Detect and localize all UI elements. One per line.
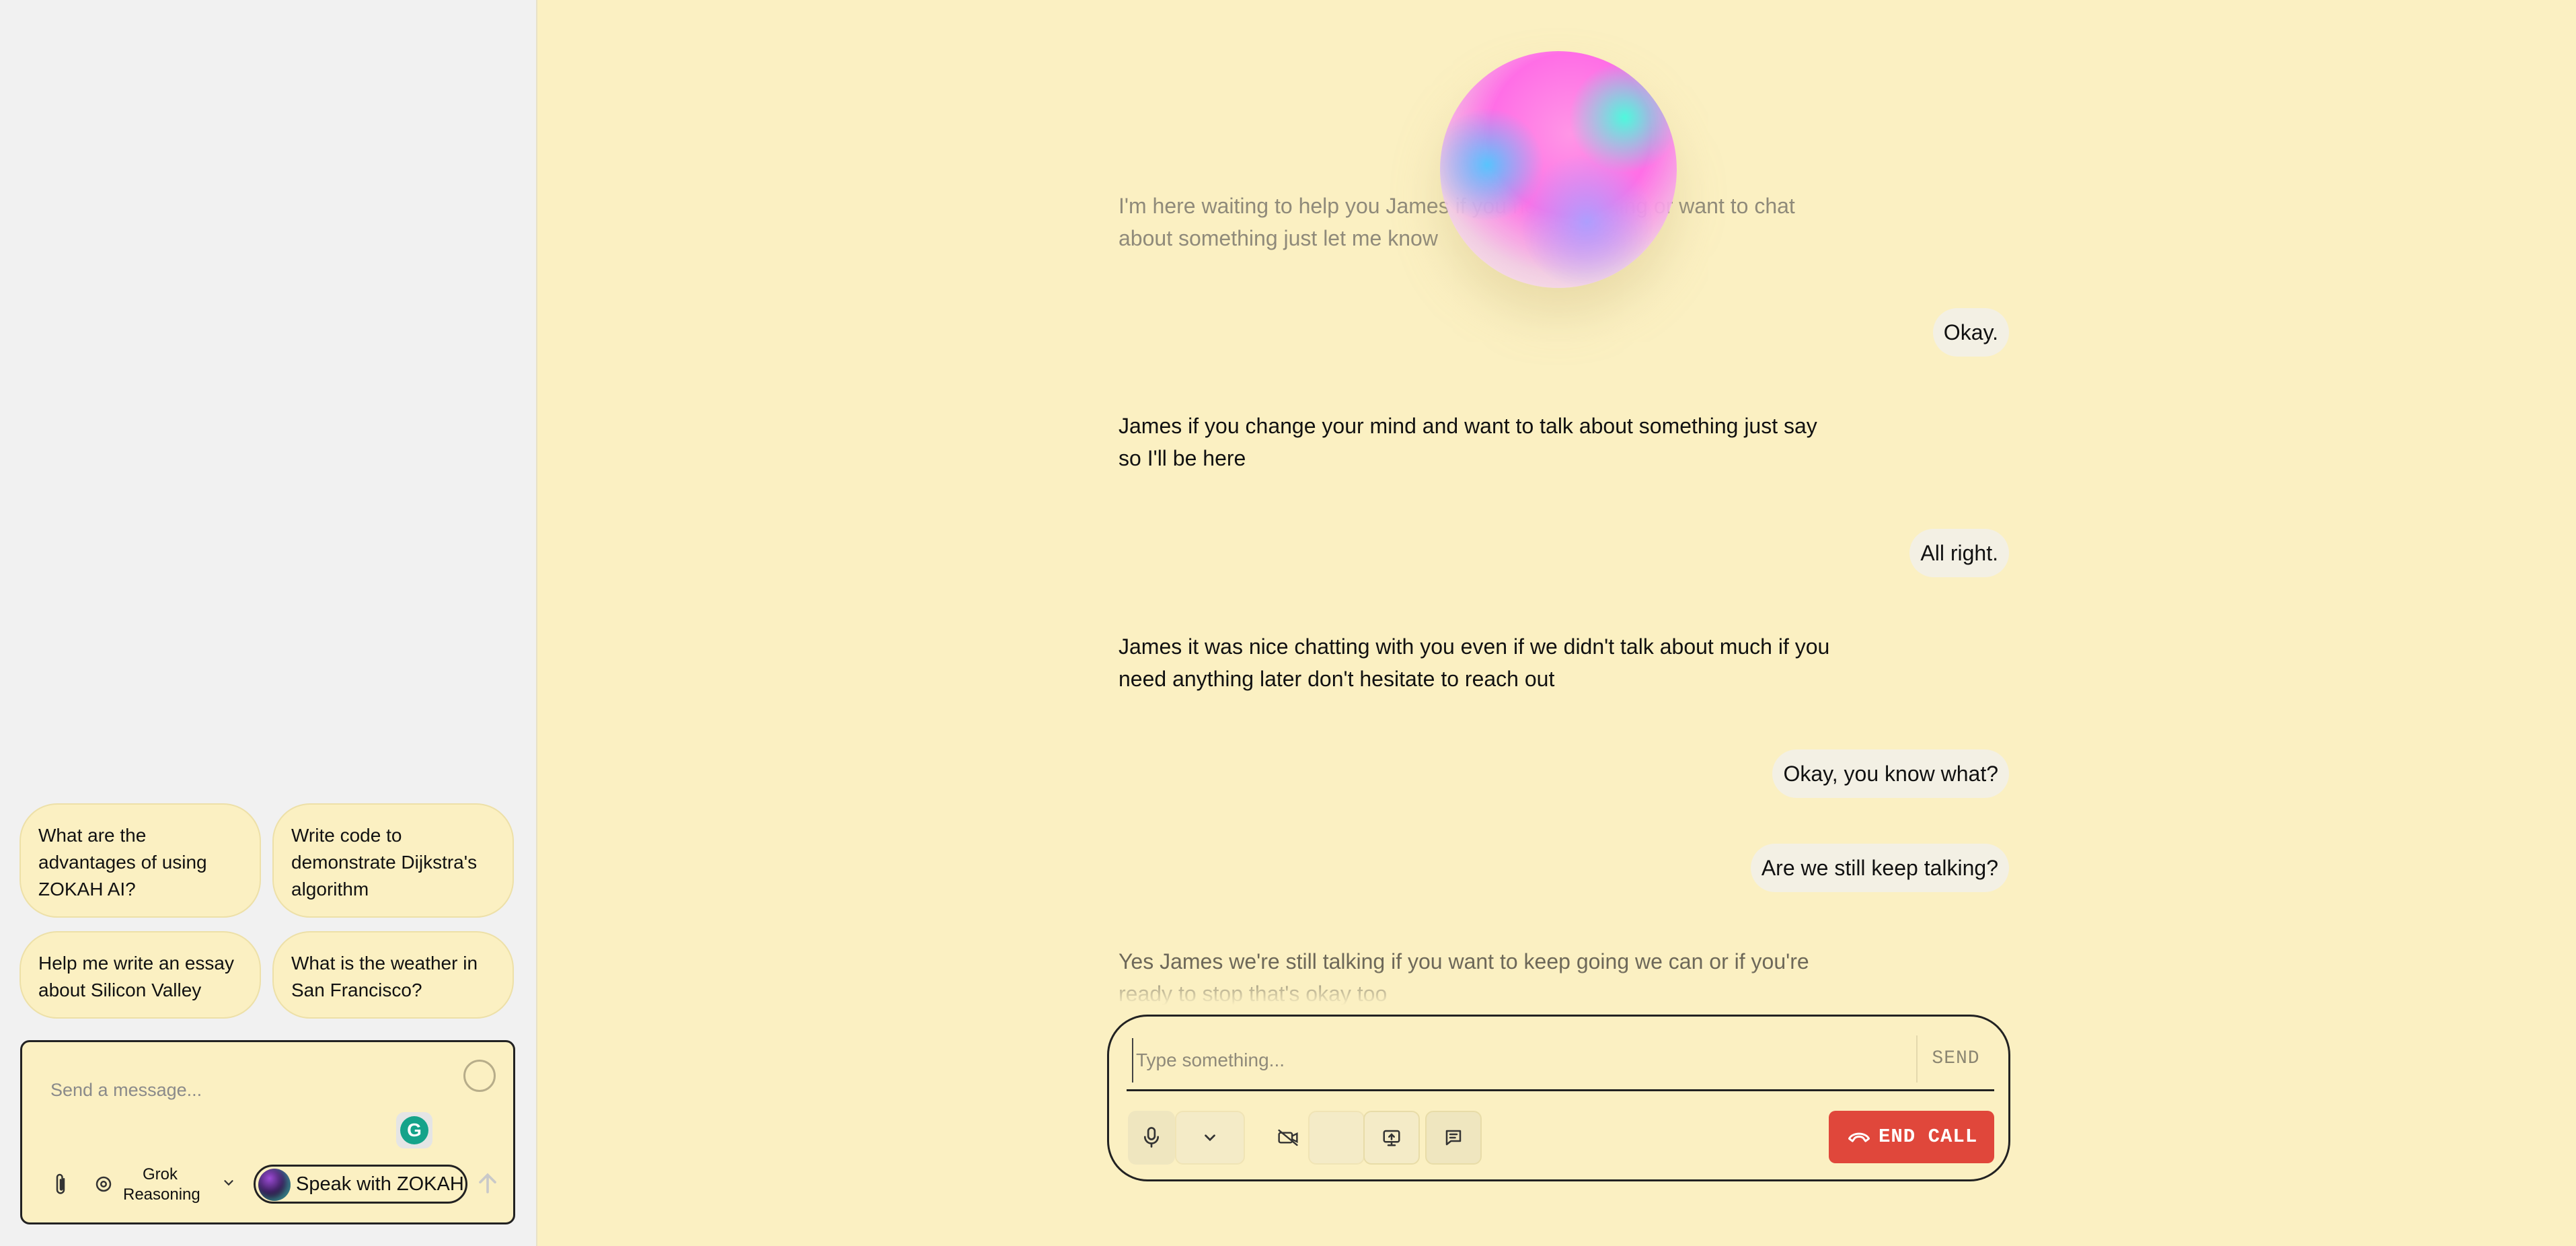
end-call-button[interactable]: END CALL — [1829, 1111, 1994, 1163]
suggestion-silicon-valley-essay[interactable]: Help me write an essay about Silicon Val… — [20, 931, 261, 1019]
user-message: Okay, you know what? — [1772, 749, 2009, 798]
microphone-icon — [1143, 1127, 1160, 1148]
assistant-message: James if you change your mind and want t… — [1119, 414, 1817, 470]
chat-fade-overlay — [1103, 969, 2031, 1009]
speak-with-zokah-button[interactable]: Speak with ZOKAH — [254, 1165, 467, 1204]
user-message: Are we still keep talking? — [1750, 844, 2009, 892]
loading-spinner-icon — [463, 1060, 496, 1092]
send-arrow-icon[interactable] — [473, 1169, 502, 1198]
sidebar: What are the advantages of using ZOKAH A… — [0, 0, 537, 1246]
microphone-device-dropdown[interactable] — [1175, 1111, 1245, 1165]
screen-share-icon — [1383, 1130, 1400, 1146]
suggestion-dijkstra-code[interactable]: Write code to demonstrate Dijkstra's alg… — [272, 803, 514, 918]
voice-call-panel: SEND END CALL — [1107, 1015, 2010, 1181]
composer-toolbar: Grok Reasoning Speak with ZOKAH — [22, 1162, 513, 1209]
zokah-orb-icon — [258, 1169, 291, 1201]
speak-label: Speak with ZOKAH — [296, 1173, 464, 1195]
assistant-message: James it was nice chatting with you even… — [1119, 634, 1830, 691]
suggestion-sf-weather[interactable]: What is the weather in San Francisco? — [272, 931, 514, 1019]
gear-icon[interactable] — [93, 1174, 114, 1194]
chat-icon — [1445, 1130, 1462, 1146]
camera-toggle-button[interactable] — [1261, 1111, 1315, 1165]
call-text-input[interactable] — [1132, 1038, 1857, 1083]
user-message: All right. — [1909, 529, 2009, 577]
chevron-down-icon[interactable] — [221, 1175, 236, 1190]
grammarly-icon: G — [400, 1116, 428, 1144]
paperclip-icon[interactable] — [50, 1171, 71, 1198]
model-mode: Reasoning — [123, 1185, 200, 1204]
divider — [1127, 1089, 1994, 1091]
chevron-down-icon — [1205, 1134, 1215, 1142]
phone-hangup-icon — [1848, 1132, 1870, 1142]
message-input[interactable] — [49, 1076, 455, 1104]
end-call-label: END CALL — [1879, 1126, 1978, 1148]
message-composer: G Grok Reasoning Speak with ZOKAH — [20, 1040, 515, 1224]
suggestion-zokah-advantages[interactable]: What are the advantages of using ZOKAH A… — [20, 803, 261, 918]
screen-share-button[interactable] — [1363, 1111, 1420, 1165]
model-name: Grok — [142, 1165, 178, 1183]
camera-off-icon — [1278, 1129, 1298, 1146]
send-button[interactable]: SEND — [1916, 1035, 1994, 1083]
model-selector[interactable]: Grok Reasoning — [123, 1165, 200, 1205]
grammarly-button[interactable]: G — [396, 1112, 432, 1148]
microphone-button[interactable] — [1128, 1111, 1175, 1165]
ai-voice-orb — [1440, 51, 1677, 288]
user-message: Okay. — [1932, 308, 2009, 357]
chat-toggle-button[interactable] — [1425, 1111, 1482, 1165]
camera-device-dropdown[interactable] — [1308, 1111, 1365, 1165]
